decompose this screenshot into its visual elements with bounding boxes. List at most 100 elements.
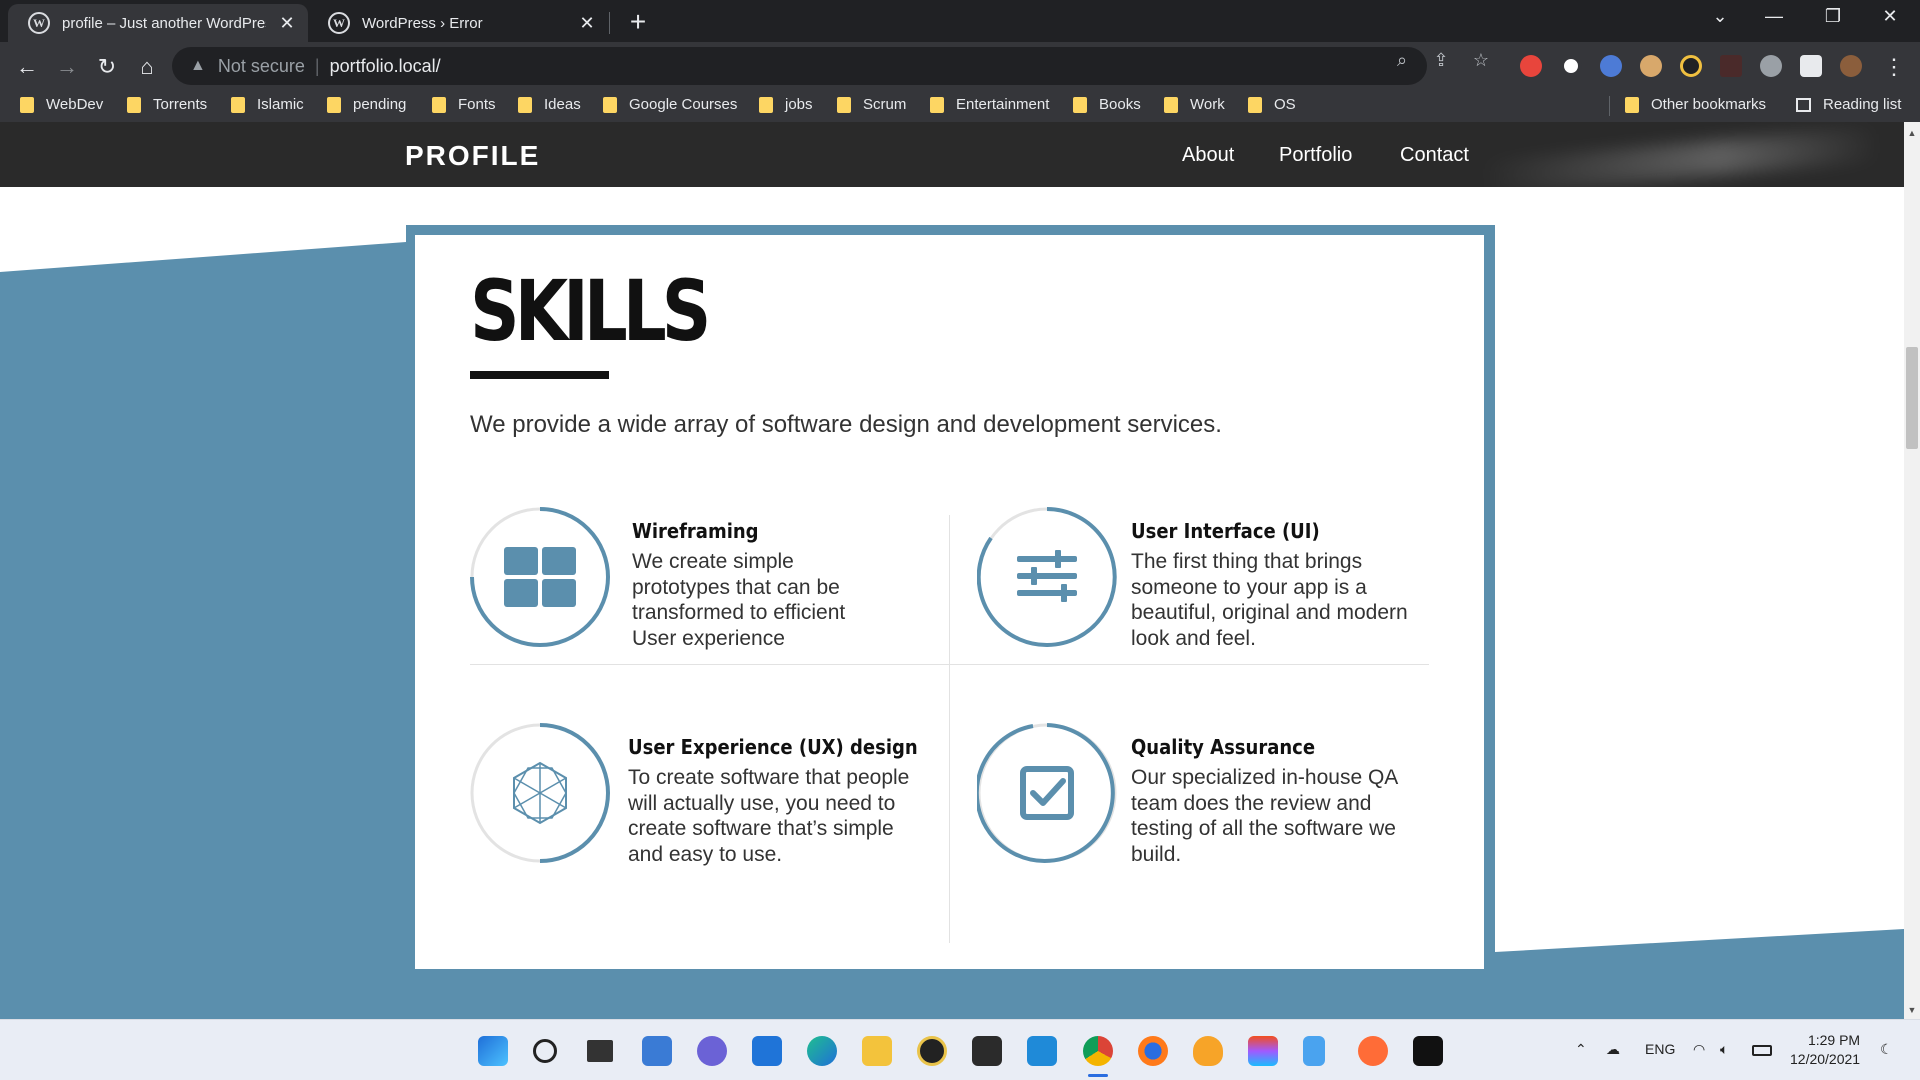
extension-card-icon[interactable] xyxy=(1720,55,1742,77)
bookmark-folder[interactable]: Scrum xyxy=(837,96,906,113)
app-cloud-icon[interactable] xyxy=(1193,1036,1223,1066)
wordpress-icon: W xyxy=(28,12,50,34)
bookmark-star-icon[interactable]: ☆ xyxy=(1468,50,1494,71)
new-tab-button[interactable]: + xyxy=(622,6,654,38)
skill-title: User Interface (UI) xyxy=(1131,519,1320,543)
bookmark-folder[interactable]: Islamic xyxy=(231,96,304,113)
bookmark-folder[interactable]: WebDev xyxy=(20,96,103,113)
profile-avatar[interactable] xyxy=(1840,55,1862,77)
restore-button[interactable]: ❐ xyxy=(1813,6,1853,27)
tab-separator xyxy=(609,12,610,34)
skill-title: Wireframing xyxy=(632,519,759,543)
tab-title: profile – Just another WordPress xyxy=(62,14,266,32)
chrome-icon[interactable] xyxy=(1083,1036,1113,1066)
address-bar[interactable]: ▲ Not secure | portfolio.local/ xyxy=(172,47,1427,85)
system-clock[interactable]: 1:29 PM 12/20/2021 xyxy=(1790,1031,1860,1069)
extension-adblock-icon[interactable] xyxy=(1520,55,1542,77)
bookmark-folder[interactable]: Fonts xyxy=(432,96,496,113)
figma-icon[interactable] xyxy=(1248,1036,1278,1066)
grid-icon xyxy=(470,507,610,647)
site-title[interactable]: PROFILE xyxy=(405,140,540,172)
tab-profile[interactable]: W profile – Just another WordPress ✕ xyxy=(8,4,308,42)
folder-icon xyxy=(603,96,617,113)
bookmark-folder[interactable]: Ideas xyxy=(518,96,581,113)
bookmark-folder[interactable]: Work xyxy=(1164,96,1225,113)
close-window-button[interactable]: ✕ xyxy=(1870,6,1910,27)
bookmark-folder[interactable]: Google Courses xyxy=(603,96,737,113)
terminal-icon[interactable] xyxy=(972,1036,1002,1066)
edge-icon[interactable] xyxy=(807,1036,837,1066)
web-page: PROFILE About Portfolio Contact SKILLS W… xyxy=(0,122,1904,1019)
clock-date: 12/20/2021 xyxy=(1790,1051,1861,1067)
start-icon[interactable] xyxy=(478,1036,508,1066)
bookmark-folder[interactable]: Torrents xyxy=(127,96,207,113)
extension-block-icon[interactable] xyxy=(1600,55,1622,77)
notifications-icon[interactable]: ☾ xyxy=(1880,1041,1893,1058)
postman-icon[interactable] xyxy=(1358,1036,1388,1066)
tab-title: WordPress › Error xyxy=(362,14,483,32)
grid-divider-vertical xyxy=(949,515,950,943)
warning-icon: ▲ xyxy=(190,57,206,74)
tab-search-icon[interactable]: ⌄ xyxy=(1700,6,1740,27)
chrome-menu-icon[interactable]: ⋮ xyxy=(1879,52,1909,82)
nav-contact[interactable]: Contact xyxy=(1400,144,1469,167)
bookmark-folder[interactable]: OS xyxy=(1248,96,1296,113)
share-icon[interactable]: ⇪ xyxy=(1428,50,1454,71)
wifi-icon[interactable]: ◠ xyxy=(1693,1041,1705,1058)
close-tab-icon[interactable]: ✕ xyxy=(276,13,298,34)
other-bookmarks-folder[interactable]: Other bookmarks xyxy=(1625,96,1766,113)
reload-button[interactable]: ↻ xyxy=(92,52,122,82)
scrollbar-thumb[interactable] xyxy=(1906,347,1918,449)
mail-icon[interactable] xyxy=(752,1036,782,1066)
bookmark-folder[interactable]: Books xyxy=(1073,96,1141,113)
scroll-up-icon[interactable]: ▲ xyxy=(1904,128,1920,138)
battery-icon[interactable] xyxy=(1752,1045,1772,1056)
bookmark-folder[interactable]: pending xyxy=(327,96,406,113)
extensions-puzzle-icon[interactable] xyxy=(1800,55,1822,77)
home-button[interactable]: ⌂ xyxy=(132,52,162,82)
reading-list-button[interactable]: Reading list xyxy=(1796,96,1901,113)
skills-intro: We provide a wide array of software desi… xyxy=(470,411,1222,438)
extension-eyes-icon[interactable] xyxy=(1640,55,1662,77)
skill-title: User Experience (UX) design xyxy=(628,735,918,759)
forward-button[interactable]: → xyxy=(52,52,82,82)
app-c-icon[interactable] xyxy=(917,1036,947,1066)
page-scrollbar[interactable]: ▲ ▼ xyxy=(1904,122,1920,1019)
show-hidden-icons[interactable]: ⌃ xyxy=(1575,1041,1587,1058)
folder-icon xyxy=(759,96,773,113)
nav-portfolio[interactable]: Portfolio xyxy=(1279,144,1352,167)
zoom-icon[interactable]: ⌕ xyxy=(1389,50,1415,71)
back-button[interactable]: ← xyxy=(12,52,42,82)
extension-moon-icon[interactable] xyxy=(1760,55,1782,77)
task-view-icon[interactable] xyxy=(587,1040,613,1062)
widgets-icon[interactable] xyxy=(642,1036,672,1066)
skills-heading: SKILLS xyxy=(470,262,711,360)
skill-description: To create software that people will actu… xyxy=(628,766,910,866)
extension-h-icon[interactable] xyxy=(1560,55,1582,77)
url-divider: | xyxy=(314,55,320,76)
bookmark-folder[interactable]: jobs xyxy=(759,96,813,113)
firefox-icon[interactable] xyxy=(1138,1036,1168,1066)
windows-taskbar: ⌃ ☁ ENG ◠ 🔈︎ 1:29 PM 12/20/2021 ☾ xyxy=(0,1019,1920,1080)
scroll-down-icon[interactable]: ▼ xyxy=(1904,1005,1920,1015)
vscode-icon[interactable] xyxy=(1027,1036,1057,1066)
notepad-icon[interactable] xyxy=(1303,1036,1325,1066)
reading-list-icon xyxy=(1796,97,1811,112)
language-indicator[interactable]: ENG xyxy=(1645,1041,1675,1057)
file-explorer-icon[interactable] xyxy=(862,1036,892,1066)
tab-wordpress-error[interactable]: W WordPress › Error ✕ xyxy=(308,4,608,42)
skill-description: Our specialized in-house QA team does th… xyxy=(1131,766,1398,866)
netflix-icon[interactable] xyxy=(1413,1036,1443,1066)
search-icon[interactable] xyxy=(533,1039,557,1063)
nav-about[interactable]: About xyxy=(1182,144,1234,167)
browser-tabstrip: W profile – Just another WordPress ✕ W W… xyxy=(0,0,1920,42)
close-tab-icon[interactable]: ✕ xyxy=(576,13,598,34)
teams-chat-icon[interactable] xyxy=(697,1036,727,1066)
extension-key-icon[interactable] xyxy=(1680,55,1702,77)
heading-underline xyxy=(470,371,609,379)
bookmark-folder[interactable]: Entertainment xyxy=(930,96,1049,113)
skill-description: The first thing that brings someone to y… xyxy=(1131,550,1408,650)
volume-icon[interactable]: 🔈︎ xyxy=(1720,1041,1728,1058)
minimize-button[interactable]: — xyxy=(1754,6,1794,27)
network-warning-icon[interactable]: ☁ xyxy=(1606,1041,1620,1058)
